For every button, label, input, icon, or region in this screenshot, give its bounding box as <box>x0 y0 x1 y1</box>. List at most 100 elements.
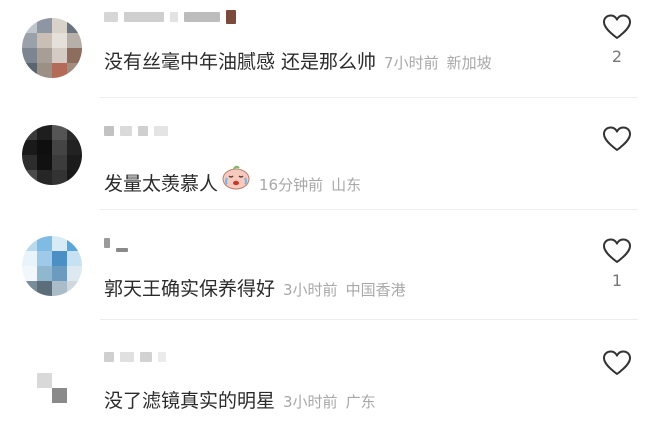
like-button[interactable] <box>602 126 632 178</box>
avatar-pixel <box>22 373 37 388</box>
avatar-pixel <box>37 63 52 78</box>
avatar-pixel <box>22 18 37 33</box>
avatar-pixel <box>67 33 82 48</box>
avatar-pixel <box>67 140 82 155</box>
username-blurred[interactable] <box>104 122 168 140</box>
avatar[interactable] <box>22 18 82 78</box>
comment-meta: 7小时前 新加坡 <box>384 52 492 73</box>
comment-list: 没有丝毫中年油腻感 还是那么帅 7小时前 新加坡 2 发量太羡慕人 16分钟前 … <box>0 0 660 433</box>
avatar-pixel <box>22 251 37 266</box>
divider <box>100 97 638 98</box>
divider <box>100 319 638 320</box>
avatar-pixel <box>37 388 52 403</box>
like-button[interactable] <box>602 350 632 402</box>
avatar-pixel <box>67 236 82 251</box>
comment-time: 3小时前 <box>283 393 338 411</box>
divider <box>100 209 638 210</box>
avatar-pixel <box>52 125 67 140</box>
avatar-pixel <box>37 155 52 170</box>
avatar-pixel <box>52 33 67 48</box>
comment-body: 发量太羡慕人 16分钟前 山东 <box>104 164 361 196</box>
comment-location: 山东 <box>331 176 362 194</box>
like-count: 1 <box>611 271 623 290</box>
avatar-pixel <box>37 281 52 296</box>
avatar-pixel <box>67 125 82 140</box>
comment-text: 没了滤镜真实的明星 <box>104 390 276 412</box>
heart-outline-icon[interactable] <box>603 238 631 264</box>
avatar-pixel <box>22 266 37 281</box>
avatar[interactable] <box>22 358 82 418</box>
avatar-pixel <box>52 373 67 388</box>
avatar-pixel <box>67 403 82 418</box>
avatar-pixel <box>22 358 37 373</box>
like-count: 2 <box>611 47 623 66</box>
avatar-pixel <box>52 388 67 403</box>
avatar-pixel <box>67 358 82 373</box>
avatar-pixel <box>67 251 82 266</box>
avatar-pixel <box>22 170 37 185</box>
username-blurred[interactable] <box>104 234 128 252</box>
avatar-pixel <box>37 33 52 48</box>
avatar-pixel <box>37 170 52 185</box>
avatar-pixel <box>37 373 52 388</box>
comment-text: 郭天王确实保养得好 <box>104 278 276 300</box>
comment-location: 新加坡 <box>446 54 492 72</box>
avatar-pixel <box>22 125 37 140</box>
comment-time: 7小时前 <box>384 54 439 72</box>
avatar-pixel <box>37 251 52 266</box>
comment-item: 没有丝毫中年油腻感 还是那么帅 7小时前 新加坡 2 <box>0 0 660 108</box>
avatar-pixel <box>67 388 82 403</box>
heart-outline-icon[interactable] <box>603 126 631 152</box>
username-blurred[interactable] <box>104 8 236 26</box>
comment-location: 广东 <box>345 393 376 411</box>
avatar-pixel <box>52 266 67 281</box>
avatar-pixel <box>52 251 67 266</box>
avatar-pixel <box>52 18 67 33</box>
avatar-pixel <box>52 63 67 78</box>
avatar[interactable] <box>22 125 82 185</box>
comment-item: 郭天王确实保养得好 3小时前 中国香港 1 <box>0 218 660 326</box>
avatar-pixel <box>52 48 67 63</box>
comment-time: 16分钟前 <box>259 176 324 194</box>
avatar-pixel <box>52 358 67 373</box>
avatar-pixel <box>37 18 52 33</box>
comment-meta: 3小时前 广东 <box>283 391 376 412</box>
avatar-pixel <box>67 266 82 281</box>
avatar-pixel <box>22 48 37 63</box>
avatar-pixel <box>67 63 82 78</box>
avatar-pixel <box>52 155 67 170</box>
avatar-pixel <box>52 403 67 418</box>
avatar-pixel <box>37 403 52 418</box>
comment-body: 没有丝毫中年油腻感 还是那么帅 7小时前 新加坡 <box>104 47 492 74</box>
avatar-pixel <box>22 155 37 170</box>
comment-meta: 16分钟前 山东 <box>259 174 361 195</box>
heart-outline-icon[interactable] <box>603 14 631 40</box>
avatar-pixel <box>22 63 37 78</box>
heart-outline-icon[interactable] <box>603 350 631 376</box>
comment-text: 没有丝毫中年油腻感 还是那么帅 <box>104 51 377 73</box>
like-button[interactable]: 2 <box>602 14 632 66</box>
comment-body: 没了滤镜真实的明星 3小时前 广东 <box>104 386 376 413</box>
avatar-pixel <box>67 18 82 33</box>
avatar-pixel <box>37 266 52 281</box>
crying-baby-emoji <box>222 165 250 190</box>
avatar-pixel <box>67 155 82 170</box>
avatar-pixel <box>52 170 67 185</box>
avatar-pixel <box>67 48 82 63</box>
like-button[interactable]: 1 <box>602 238 632 290</box>
avatar-pixel <box>37 236 52 251</box>
avatar-pixel <box>37 48 52 63</box>
avatar-pixel <box>52 281 67 296</box>
comment-text: 发量太羡慕人 <box>104 173 219 195</box>
comment-body: 郭天王确实保养得好 3小时前 中国香港 <box>104 274 406 301</box>
comment-location: 中国香港 <box>345 281 406 299</box>
avatar-pixel <box>67 373 82 388</box>
avatar-pixel <box>22 140 37 155</box>
comment-time: 3小时前 <box>283 281 338 299</box>
avatar-pixel <box>67 170 82 185</box>
avatar-pixel <box>52 236 67 251</box>
username-blurred[interactable] <box>104 348 166 366</box>
avatar[interactable] <box>22 236 82 296</box>
avatar-pixel <box>37 140 52 155</box>
avatar-pixel <box>52 140 67 155</box>
